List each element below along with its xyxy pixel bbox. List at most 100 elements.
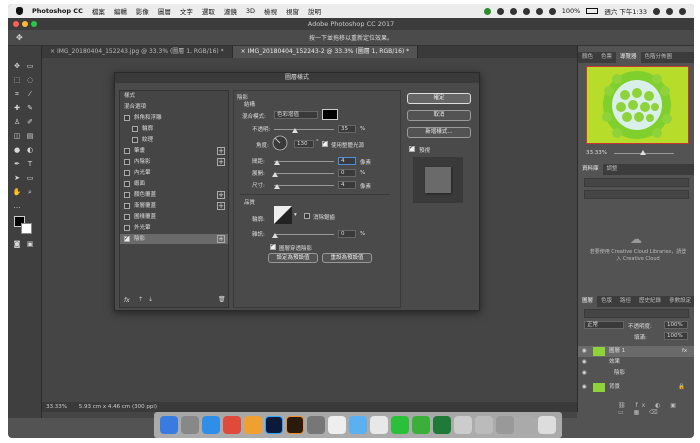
trash-icon[interactable]: 🗑 bbox=[218, 296, 226, 303]
eraser-icon[interactable]: ◫ bbox=[12, 132, 22, 141]
move-down-icon[interactable]: ⇣ bbox=[148, 296, 153, 303]
stamp-icon[interactable]: ♙ bbox=[12, 118, 22, 127]
brush-icon[interactable]: ✎ bbox=[25, 104, 35, 113]
make-default-button[interactable]: 設定為預設值 bbox=[268, 253, 318, 263]
clock[interactable]: 週六 下午1:33 bbox=[604, 6, 647, 16]
fx-menu-icon[interactable]: fx bbox=[124, 297, 130, 304]
tab-layers[interactable]: 圖層 bbox=[578, 296, 598, 307]
opacity-field[interactable]: 35 bbox=[338, 125, 356, 133]
layer-blend-mode[interactable]: 正常 bbox=[584, 321, 624, 329]
layer-fx-icon[interactable]: fx bbox=[682, 346, 687, 357]
minimize-window-button[interactable] bbox=[22, 21, 28, 27]
close-window-button[interactable] bbox=[13, 21, 19, 27]
add-effect-icon[interactable]: + bbox=[217, 147, 225, 155]
tab-libraries[interactable]: 資料庫 bbox=[578, 164, 603, 175]
preview-app-icon[interactable] bbox=[454, 416, 472, 434]
blend-mode-select[interactable]: 色彩增值 bbox=[274, 111, 318, 119]
folder-icon[interactable] bbox=[517, 416, 535, 434]
volume-icon[interactable] bbox=[548, 7, 556, 15]
style-item-styles[interactable]: 樣式 bbox=[120, 91, 228, 101]
path-select-icon[interactable]: ➤ bbox=[12, 174, 22, 183]
contour-picker[interactable] bbox=[274, 206, 292, 224]
move-up-icon[interactable]: ⇡ bbox=[138, 296, 143, 303]
style-item-gradient-overlay[interactable]: 漸層覆蓋 + bbox=[120, 201, 228, 211]
style-checkbox[interactable] bbox=[124, 181, 130, 187]
style-item-contour[interactable]: 輪廓 bbox=[120, 124, 228, 134]
style-checkbox[interactable] bbox=[124, 170, 130, 176]
style-item-stroke[interactable]: 筆畫 + bbox=[120, 146, 228, 156]
user-icon[interactable] bbox=[666, 7, 673, 15]
style-checkbox[interactable] bbox=[124, 214, 130, 220]
photoshop-icon[interactable] bbox=[265, 416, 283, 434]
excel-icon[interactable] bbox=[433, 416, 451, 434]
layer-opacity-field[interactable]: 100% bbox=[664, 321, 688, 329]
visibility-eye-icon[interactable]: ◉ bbox=[582, 357, 587, 368]
tab-paths[interactable]: 路徑 bbox=[616, 296, 635, 307]
style-checkbox[interactable] bbox=[124, 192, 130, 198]
tab-close-icon[interactable]: × bbox=[241, 48, 248, 55]
tab-properties[interactable]: 參數設定 bbox=[665, 296, 694, 307]
layer-footer-icons[interactable]: ⛓ fx ◐ ▣ ▭ ▦ ⌫ bbox=[618, 402, 694, 416]
visibility-eye-icon[interactable]: ◉ bbox=[582, 368, 587, 379]
add-effect-icon[interactable]: + bbox=[217, 235, 225, 243]
healing-icon[interactable]: ✚ bbox=[12, 104, 22, 113]
tab-color[interactable]: 顏色 bbox=[578, 52, 597, 63]
hand-icon[interactable]: ✋ bbox=[12, 188, 22, 197]
eyedropper-icon[interactable]: ⁄ bbox=[25, 90, 35, 99]
menu-3d[interactable]: 3D bbox=[246, 7, 255, 15]
noise-slider-thumb[interactable] bbox=[272, 233, 278, 238]
angle-field[interactable]: 130 bbox=[294, 140, 314, 148]
style-item-blending[interactable]: 混合選項 bbox=[120, 102, 228, 112]
tab-document-2[interactable]: × IMG_20180404_152243-2 @ 33.3% (圖層 1, R… bbox=[232, 46, 419, 58]
artboard-icon[interactable]: ▭ bbox=[25, 62, 35, 71]
menu-window[interactable]: 視窗 bbox=[286, 6, 299, 16]
tab-navigator[interactable]: 導覽器 bbox=[616, 52, 641, 63]
layer-row-effects[interactable]: ◉ 效果 bbox=[578, 357, 694, 368]
menu-image[interactable]: 影像 bbox=[136, 6, 149, 16]
chrome-icon[interactable] bbox=[223, 416, 241, 434]
battery-percent[interactable]: 100% bbox=[562, 7, 581, 15]
move-icon[interactable]: ✥ bbox=[12, 62, 22, 71]
style-item-inner-glow[interactable]: 內光暈 bbox=[120, 168, 228, 178]
style-checkbox[interactable] bbox=[124, 225, 130, 231]
status-zoom[interactable]: 33.33% bbox=[46, 404, 67, 410]
layer-filter[interactable] bbox=[584, 309, 689, 318]
more-tools-icon[interactable]: … bbox=[12, 202, 22, 211]
visibility-eye-icon[interactable]: ◉ bbox=[582, 346, 587, 357]
opacity-slider[interactable] bbox=[274, 129, 334, 130]
size-slider-thumb[interactable] bbox=[274, 184, 280, 189]
style-item-texture[interactable]: 紋理 bbox=[120, 135, 228, 145]
global-light-checkbox[interactable] bbox=[322, 139, 328, 147]
bridge-icon[interactable] bbox=[286, 416, 304, 434]
style-item-pattern-overlay[interactable]: 圖樣覆蓋 bbox=[120, 212, 228, 222]
chrome-browser-icon[interactable] bbox=[370, 416, 388, 434]
apple-icon[interactable] bbox=[16, 7, 23, 15]
style-checkbox[interactable] bbox=[132, 126, 138, 132]
app-store-icon[interactable] bbox=[349, 416, 367, 434]
spread-slider[interactable] bbox=[274, 173, 334, 174]
navigator-zoom[interactable]: 33.33% bbox=[586, 150, 607, 156]
style-checkbox[interactable] bbox=[132, 137, 138, 143]
ok-button[interactable]: 確定 bbox=[407, 93, 471, 104]
zoom-icon[interactable]: ⌕ bbox=[25, 188, 35, 197]
tab-histogram[interactable]: 色階分佈圖 bbox=[641, 52, 677, 63]
screen-mode-icon[interactable]: ▣ bbox=[25, 240, 35, 249]
blur-icon[interactable]: ● bbox=[12, 146, 22, 155]
style-item-bevel[interactable]: 斜角和浮雕 bbox=[120, 113, 228, 123]
noise-slider[interactable] bbox=[274, 234, 334, 235]
menu-select[interactable]: 選取 bbox=[202, 6, 215, 16]
photos-icon[interactable] bbox=[244, 416, 262, 434]
library-search-input[interactable] bbox=[584, 190, 689, 199]
bluetooth-icon[interactable] bbox=[522, 7, 530, 15]
chevron-down-icon[interactable]: ▾ bbox=[294, 212, 297, 218]
tab-close-icon[interactable]: × bbox=[50, 48, 57, 55]
tab-document-1[interactable]: × IMG_20180404_152243.jpg @ 33.3% (圖層 1,… bbox=[42, 46, 233, 58]
menu-app-name[interactable]: Photoshop CC bbox=[32, 7, 83, 15]
add-effect-icon[interactable]: + bbox=[217, 191, 225, 199]
style-checkbox[interactable] bbox=[124, 159, 130, 165]
crop-icon[interactable]: ⌗ bbox=[12, 90, 22, 99]
noise-field[interactable]: 0 bbox=[338, 230, 356, 238]
menu-help[interactable]: 說明 bbox=[308, 6, 321, 16]
tab-channels[interactable]: 色版 bbox=[597, 296, 616, 307]
shadow-color-swatch[interactable] bbox=[322, 109, 338, 120]
